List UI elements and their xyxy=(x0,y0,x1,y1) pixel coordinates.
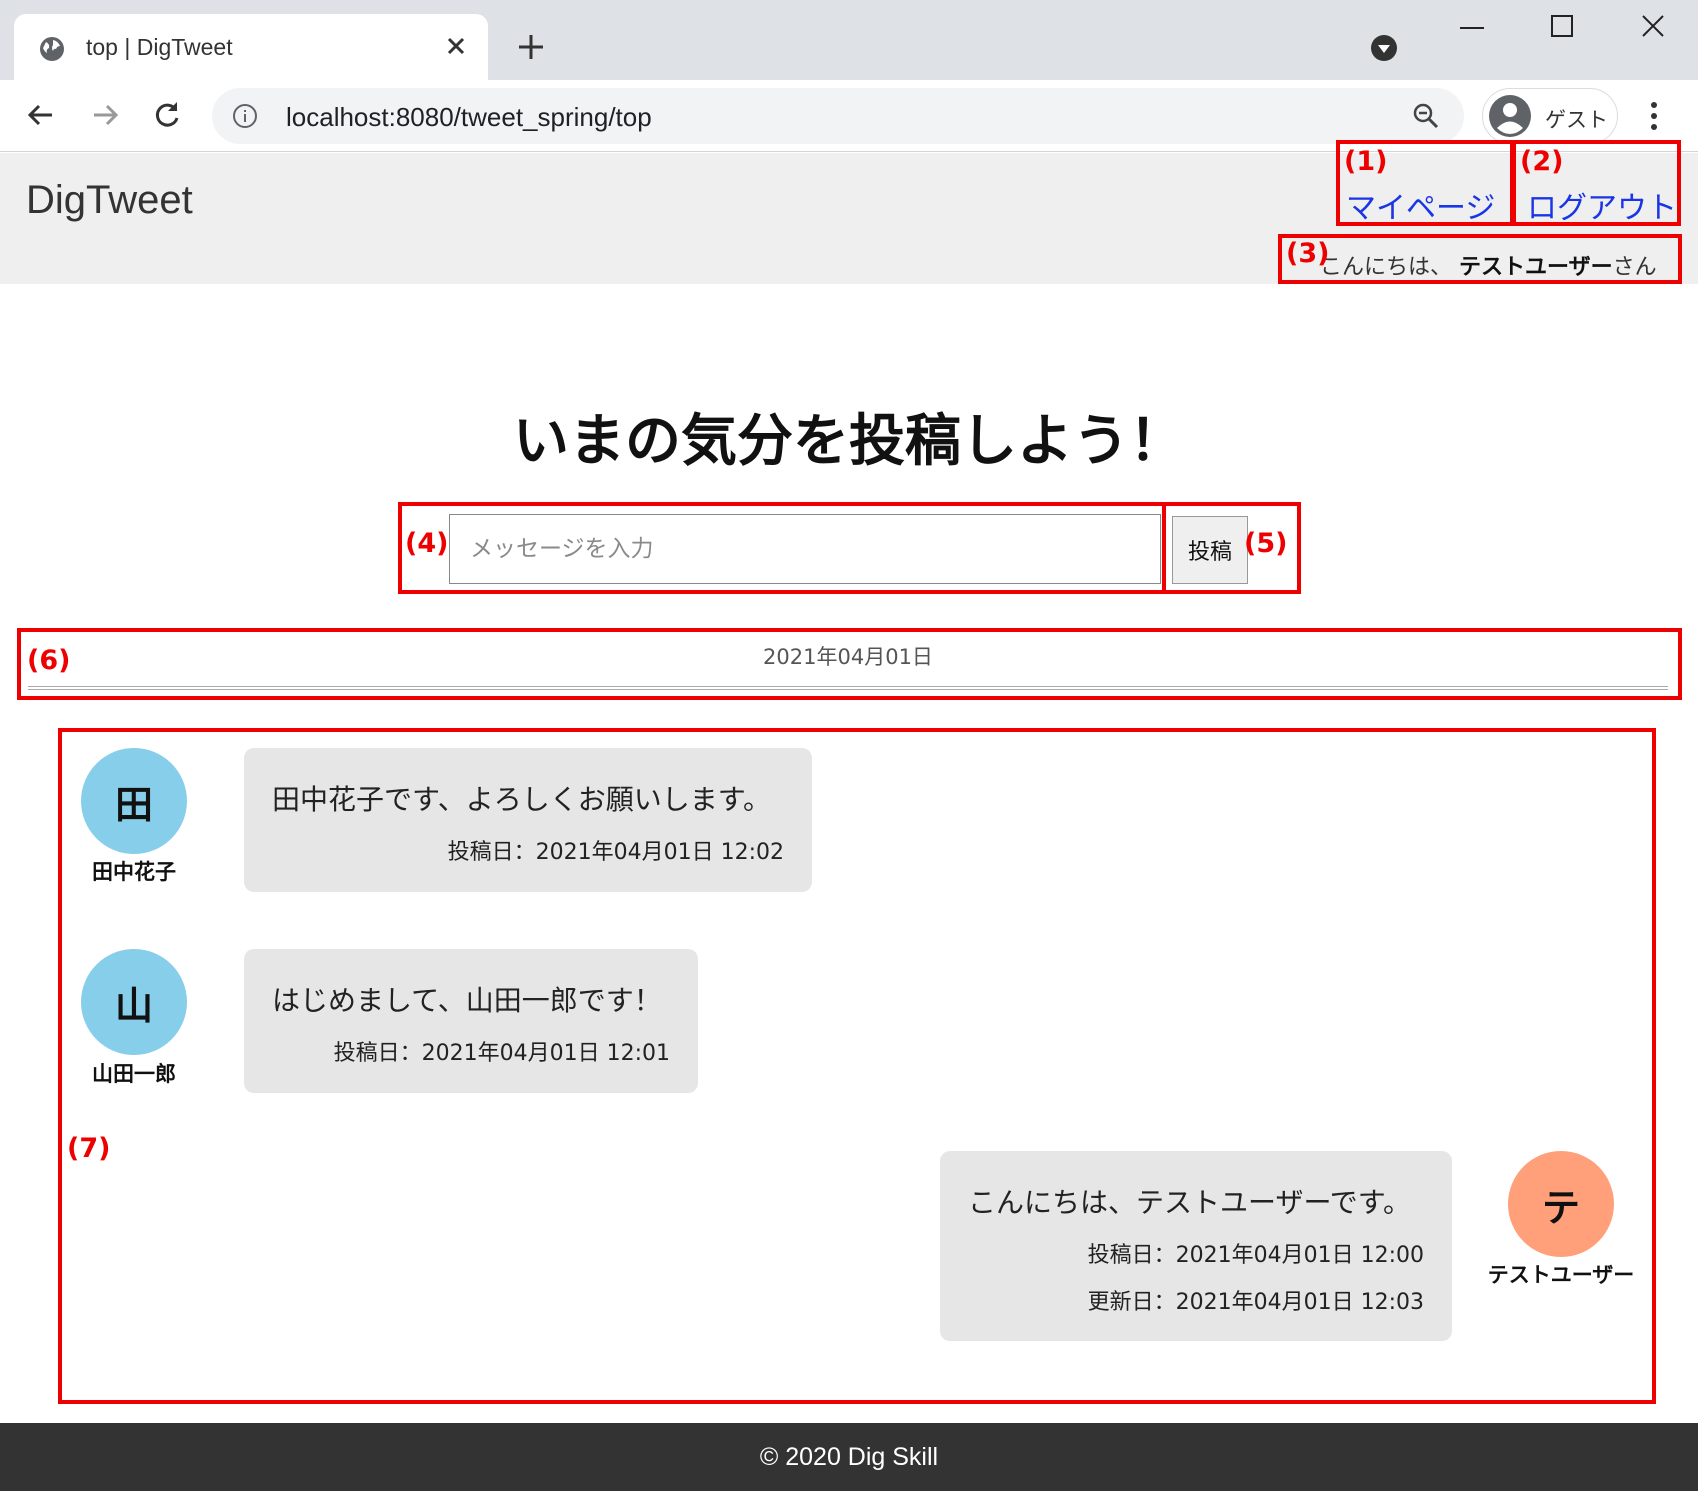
minimize-icon[interactable] xyxy=(1460,26,1484,30)
more-menu-icon[interactable] xyxy=(1644,98,1664,134)
url-text[interactable]: localhost:8080/tweet_spring/top xyxy=(286,102,652,133)
annotation-box-4 xyxy=(398,502,1166,594)
info-icon[interactable] xyxy=(232,103,258,129)
annotation-label-7: (7) xyxy=(67,1133,111,1164)
tab-title: top | DigTweet xyxy=(86,34,233,60)
footer-copyright: © 2020 Dig Skill xyxy=(759,1443,939,1471)
profile-label: ゲスト xyxy=(1545,108,1608,132)
browser-tabstrip: top | DigTweet xyxy=(0,0,1698,80)
annotation-label-2: (2) xyxy=(1520,146,1564,177)
back-arrow-icon[interactable] xyxy=(24,98,58,132)
globe-icon xyxy=(40,37,64,61)
reload-icon[interactable] xyxy=(150,98,184,132)
forward-arrow-icon[interactable] xyxy=(88,98,122,132)
annotation-label-3: (3) xyxy=(1286,238,1330,269)
browser-tab[interactable]: top | DigTweet xyxy=(14,14,488,80)
annotation-box-6 xyxy=(17,628,1682,700)
page-title: いまの気分を投稿しよう！ xyxy=(513,409,1185,474)
annotation-label-1: (1) xyxy=(1344,146,1388,177)
zoom-out-icon[interactable] xyxy=(1412,102,1440,130)
address-bar[interactable]: localhost:8080/tweet_spring/top xyxy=(212,88,1464,144)
new-tab-icon[interactable] xyxy=(516,32,546,62)
avatar-icon xyxy=(1489,95,1531,137)
window-close-icon[interactable] xyxy=(1641,14,1665,38)
annotation-label-6: (6) xyxy=(27,645,71,676)
annotation-label-4: (4) xyxy=(405,528,449,559)
annotation-label-5: (5) xyxy=(1244,528,1288,559)
close-tab-icon[interactable] xyxy=(444,34,468,58)
site-logo[interactable]: DigTweet xyxy=(26,178,193,223)
annotation-box-7 xyxy=(58,728,1656,1404)
annotation-box-3 xyxy=(1278,234,1682,284)
profile-button[interactable]: ゲスト xyxy=(1482,88,1618,144)
footer: © 2020 Dig Skill xyxy=(0,1423,1698,1491)
tab-search-icon[interactable] xyxy=(1370,34,1398,62)
maximize-icon[interactable] xyxy=(1551,15,1573,37)
